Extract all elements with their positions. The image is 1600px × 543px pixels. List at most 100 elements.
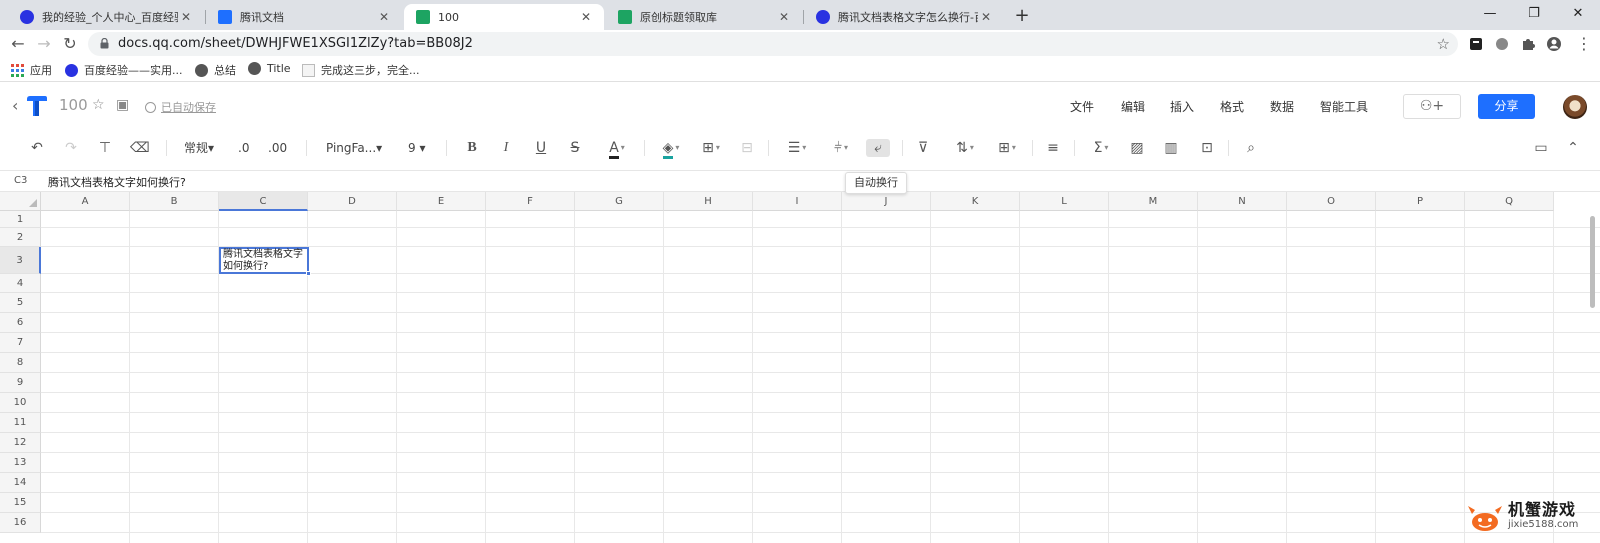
vertical-align-button[interactable]: ⫩ ▾: [826, 139, 856, 157]
profile-icon[interactable]: [1546, 36, 1562, 52]
strikethrough-icon[interactable]: S: [566, 139, 584, 157]
more-menu-icon[interactable]: ⋮: [1572, 32, 1596, 56]
row-header-5[interactable]: 5: [0, 293, 41, 313]
filter-icon[interactable]: ⊽: [914, 139, 932, 157]
close-icon[interactable]: ✕: [978, 10, 994, 24]
borders-button[interactable]: ⊞ ▾: [696, 139, 726, 157]
column-header-g[interactable]: G: [575, 192, 664, 211]
font-family-select[interactable]: PingFa...▾: [326, 139, 382, 157]
column-header-q[interactable]: Q: [1465, 192, 1554, 211]
column-header-j[interactable]: J: [842, 192, 931, 211]
underline-icon[interactable]: U: [532, 139, 550, 157]
menu-file[interactable]: 文件: [1070, 98, 1094, 115]
back-chevron-icon[interactable]: ‹: [12, 96, 18, 115]
browser-tab[interactable]: 腾讯文档 ✕: [206, 4, 402, 30]
number-format-select[interactable]: 常规▾: [184, 139, 214, 157]
close-icon[interactable]: ✕: [178, 10, 194, 24]
paint-format-icon[interactable]: ⊤: [96, 139, 114, 157]
omnibox[interactable]: docs.qq.com/sheet/DWHJFWE1XSGI1ZlZy?tab=…: [88, 32, 1458, 56]
row-header-11[interactable]: 11: [0, 413, 41, 433]
find-replace-icon[interactable]: ⌕: [1242, 139, 1260, 157]
folder-icon[interactable]: ▣: [116, 97, 129, 113]
column-header-h[interactable]: H: [664, 192, 753, 211]
tencent-docs-logo[interactable]: [24, 95, 48, 117]
collapse-chevron-icon[interactable]: ⌃: [1564, 139, 1582, 157]
close-icon[interactable]: ✕: [776, 10, 792, 24]
decrease-decimal-button[interactable]: .0: [238, 139, 249, 157]
fill-handle[interactable]: [306, 271, 311, 276]
cell-reference[interactable]: C3: [14, 175, 27, 186]
row-header-4[interactable]: 4: [0, 274, 41, 293]
bookmark-star-icon[interactable]: ☆: [1437, 35, 1450, 53]
restore-icon[interactable]: ❐: [1512, 0, 1556, 30]
url-text[interactable]: docs.qq.com/sheet/DWHJFWE1XSGI1ZlZy?tab=…: [118, 36, 473, 51]
menu-format[interactable]: 格式: [1220, 98, 1244, 115]
back-icon[interactable]: ←: [6, 32, 30, 56]
close-icon[interactable]: ✕: [578, 10, 594, 24]
browser-tab[interactable]: 原创标题领取库 ✕: [606, 4, 802, 30]
column-header-o[interactable]: O: [1287, 192, 1376, 211]
horizontal-align-button[interactable]: ☰ ▾: [782, 139, 812, 157]
bookmark-apps[interactable]: 应用: [11, 62, 52, 78]
menu-insert[interactable]: 插入: [1170, 98, 1194, 115]
column-header-d[interactable]: D: [308, 192, 397, 211]
bookmark-item[interactable]: 总结: [195, 62, 236, 78]
share-button[interactable]: 分享: [1478, 94, 1535, 119]
row-header-1[interactable]: 1: [0, 211, 41, 228]
merge-cells-icon[interactable]: ⊟: [738, 139, 756, 157]
font-color-button[interactable]: A ▾: [602, 139, 632, 159]
row-header-2[interactable]: 2: [0, 228, 41, 247]
row-header-3[interactable]: 3: [0, 247, 41, 274]
close-window-icon[interactable]: ✕: [1556, 0, 1600, 30]
column-header-a[interactable]: A: [41, 192, 130, 211]
formula-input[interactable]: 腾讯文档表格文字如何换行?: [48, 174, 186, 190]
row-header-16[interactable]: 16: [0, 513, 41, 533]
bold-icon[interactable]: B: [463, 139, 481, 157]
sidebar-panel-icon[interactable]: ▭: [1532, 139, 1550, 157]
bookmark-item[interactable]: 百度经验——实用...: [65, 62, 183, 78]
row-header-7[interactable]: 7: [0, 333, 41, 353]
select-all-corner[interactable]: [0, 192, 41, 211]
browser-tab-active[interactable]: 100 ✕: [404, 4, 604, 30]
fill-color-button[interactable]: ◈ ▾: [656, 139, 686, 159]
browser-tab[interactable]: 我的经验_个人中心_百度经验 ✕: [8, 4, 204, 30]
spreadsheet-grid[interactable]: A B C D E F G H I J K L M N O P Q 1 2 3 4 5 6 7 8 9 10 11 12 13 14 15 16…: [0, 192, 1600, 543]
doc-title[interactable]: 100: [59, 96, 88, 114]
row-header-15[interactable]: 15: [0, 493, 41, 513]
new-tab-button[interactable]: +: [1010, 4, 1034, 28]
minimize-icon[interactable]: —: [1468, 0, 1512, 30]
italic-icon[interactable]: I: [497, 139, 515, 157]
row-header-8[interactable]: 8: [0, 353, 41, 373]
undo-icon[interactable]: ↶: [28, 139, 46, 157]
increase-decimal-button[interactable]: .00: [268, 139, 287, 157]
column-header-n[interactable]: N: [1198, 192, 1287, 211]
row-header-10[interactable]: 10: [0, 393, 41, 413]
avatar[interactable]: [1563, 95, 1587, 119]
column-header-f[interactable]: F: [486, 192, 575, 211]
column-header-m[interactable]: M: [1109, 192, 1198, 211]
column-header-p[interactable]: P: [1376, 192, 1465, 211]
column-header-e[interactable]: E: [397, 192, 486, 211]
close-icon[interactable]: ✕: [376, 10, 392, 24]
font-size-select[interactable]: 9 ▾: [408, 139, 425, 157]
freeze-button[interactable]: ⊞ ▾: [992, 139, 1022, 157]
add-collaborator-button[interactable]: ⚇+: [1403, 94, 1461, 119]
menu-edit[interactable]: 编辑: [1121, 98, 1145, 115]
clear-format-icon[interactable]: ⌫: [130, 139, 150, 157]
row-header-6[interactable]: 6: [0, 313, 41, 333]
column-header-k[interactable]: K: [931, 192, 1020, 211]
row-header-9[interactable]: 9: [0, 373, 41, 393]
selected-cell-c3[interactable]: 腾讯文档表格文字如何换行?: [219, 247, 311, 276]
function-button[interactable]: Σ ▾: [1086, 139, 1116, 157]
bookmark-item[interactable]: 完成这三步，完全...: [302, 62, 420, 78]
star-icon[interactable]: ☆: [92, 97, 105, 113]
bookmark-item[interactable]: Title: [248, 62, 291, 75]
menu-data[interactable]: 数据: [1270, 98, 1294, 115]
insert-comment-icon[interactable]: ⊡: [1198, 139, 1216, 157]
insert-chart-icon[interactable]: ▥: [1162, 139, 1180, 157]
forward-icon[interactable]: →: [32, 32, 56, 56]
row-header-12[interactable]: 12: [0, 433, 41, 453]
insert-image-icon[interactable]: ▨: [1128, 139, 1146, 157]
extension-icon[interactable]: [1494, 36, 1510, 52]
column-header-l[interactable]: L: [1020, 192, 1109, 211]
